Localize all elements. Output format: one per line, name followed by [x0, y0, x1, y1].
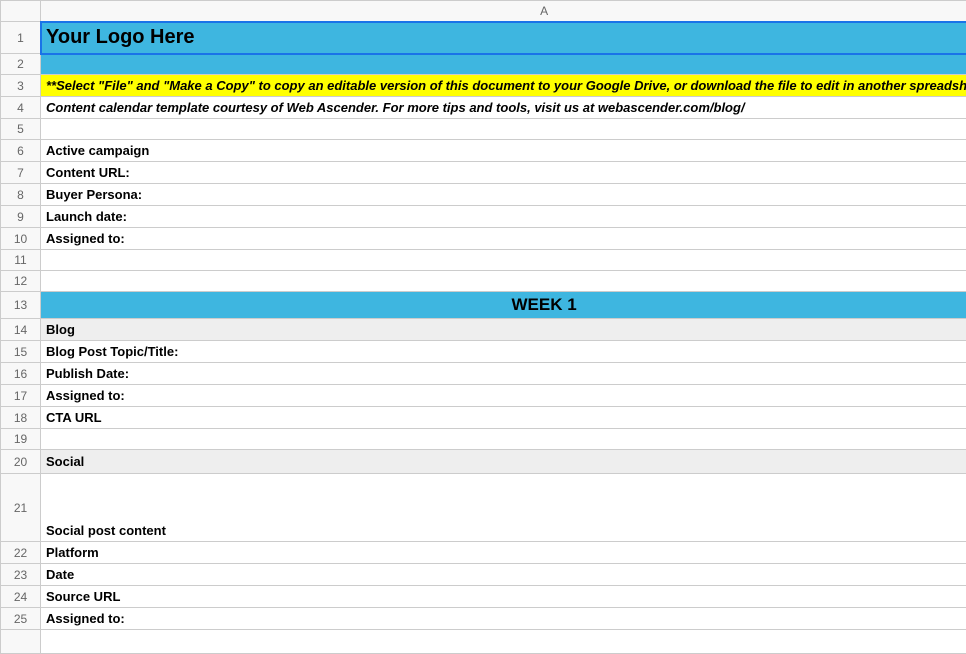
row-header-20[interactable]: 20	[1, 450, 41, 474]
col-header-a[interactable]: A	[41, 1, 966, 22]
row-23: 23 Date 10/9/19	[1, 564, 966, 586]
row-10: 10 Assigned to: What person or group is …	[1, 228, 966, 250]
row-6: 6 Active campaign What is the current fo…	[1, 140, 966, 162]
row-17: 17 Assigned to: Brom Stoker	[1, 385, 966, 407]
row-25: 25 Assigned to: Mary Shelley	[1, 608, 966, 630]
row-14: 14 Blog	[1, 319, 966, 341]
row-19: 19	[1, 429, 966, 450]
row-header-12[interactable]: 12	[1, 271, 41, 292]
platform-label[interactable]: Platform	[41, 542, 966, 564]
row-11: 11	[1, 250, 966, 271]
launch-date-label[interactable]: Launch date:	[41, 206, 966, 228]
row-12: 12	[1, 271, 966, 292]
row-header-4[interactable]: 4	[1, 97, 41, 119]
credit-cell[interactable]: Content calendar template courtesy of We…	[41, 97, 966, 119]
row-header-5[interactable]: 5	[1, 119, 41, 140]
row-header-23[interactable]: 23	[1, 564, 41, 586]
social-section[interactable]: Social	[41, 450, 966, 474]
source-url-label[interactable]: Source URL	[41, 586, 966, 608]
assigned-to-label[interactable]: Assigned to:	[41, 228, 966, 250]
row-header-17[interactable]: 17	[1, 385, 41, 407]
row-24: 24 Source URL example.url	[1, 586, 966, 608]
spreadsheet-grid[interactable]: A B C D E F G H I 1 Your Logo Here Conte…	[0, 0, 966, 654]
row-header-14[interactable]: 14	[1, 319, 41, 341]
row-header-16[interactable]: 16	[1, 363, 41, 385]
row-15: 15 Blog Post Topic/Title: What is your b…	[1, 341, 966, 363]
row-header-18[interactable]: 18	[1, 407, 41, 429]
row-header-blank[interactable]	[1, 630, 41, 654]
blog-section[interactable]: Blog	[41, 319, 966, 341]
row-blank	[1, 630, 966, 654]
row-4: 4 Content calendar template courtesy of …	[1, 97, 966, 119]
logo-cell[interactable]: Your Logo Here	[41, 22, 966, 54]
week-title[interactable]: WEEK 1	[41, 292, 966, 319]
row-16: 16 Publish Date: 10/8/19	[1, 363, 966, 385]
content-url-label[interactable]: Content URL:	[41, 162, 966, 184]
row-header-19[interactable]: 19	[1, 429, 41, 450]
row-header-3[interactable]: 3	[1, 75, 41, 97]
row-header-8[interactable]: 8	[1, 184, 41, 206]
row-header-22[interactable]: 22	[1, 542, 41, 564]
social-date-label[interactable]: Date	[41, 564, 966, 586]
social-assigned-label[interactable]: Assigned to:	[41, 608, 966, 630]
row-header-25[interactable]: 25	[1, 608, 41, 630]
row-header-15[interactable]: 15	[1, 341, 41, 363]
row-7: 7 Content URL: What is the URL of this s…	[1, 162, 966, 184]
cell[interactable]	[41, 271, 966, 292]
row-header-11[interactable]: 11	[1, 250, 41, 271]
cell[interactable]	[41, 429, 966, 450]
row-header-9[interactable]: 9	[1, 206, 41, 228]
row-header-24[interactable]: 24	[1, 586, 41, 608]
corner-cell[interactable]	[1, 1, 41, 22]
row-20: 20 Social Post 1 Post 2 Post 3	[1, 450, 966, 474]
row-header-6[interactable]: 6	[1, 140, 41, 162]
cta-url-label[interactable]: CTA URL	[41, 407, 966, 429]
row-1: 1 Your Logo Here Content Calendar: Oct, …	[1, 22, 966, 54]
blog-topic-label[interactable]: Blog Post Topic/Title:	[41, 341, 966, 363]
cell[interactable]	[41, 630, 966, 654]
column-header-row: A B C D E F G H I	[1, 1, 966, 22]
row-header-7[interactable]: 7	[1, 162, 41, 184]
banner-cell[interactable]: **Select "File" and "Make a Copy" to cop…	[41, 75, 966, 97]
buyer-persona-label[interactable]: Buyer Persona:	[41, 184, 966, 206]
row-22: 22 Platform Facebook	[1, 542, 966, 564]
row-2: 2	[1, 54, 966, 75]
active-campaign-label[interactable]: Active campaign	[41, 140, 966, 162]
blog-assigned-label[interactable]: Assigned to:	[41, 385, 966, 407]
publish-date-label[interactable]: Publish Date:	[41, 363, 966, 385]
row-header-10[interactable]: 10	[1, 228, 41, 250]
cell[interactable]	[41, 119, 966, 140]
row-8: 8 Buyer Persona: Who is this campaign ta…	[1, 184, 966, 206]
row-21: 21 Social post content This is some exam…	[1, 474, 966, 542]
social-content-label[interactable]: Social post content	[41, 474, 966, 542]
row-3: 3 **Select "File" and "Make a Copy" to c…	[1, 75, 966, 97]
row-header-13[interactable]: 13	[1, 292, 41, 319]
row-18: 18 CTA URL List a URL here to put in you…	[1, 407, 966, 429]
row-header-2[interactable]: 2	[1, 54, 41, 75]
row-header-1[interactable]: 1	[1, 22, 41, 54]
cell[interactable]	[41, 250, 966, 271]
row-9: 9 Launch date: When will this content be…	[1, 206, 966, 228]
row-13: 13 WEEK 1	[1, 292, 966, 319]
row-header-21[interactable]: 21	[1, 474, 41, 542]
row-5: 5	[1, 119, 966, 140]
cell[interactable]	[41, 54, 966, 75]
